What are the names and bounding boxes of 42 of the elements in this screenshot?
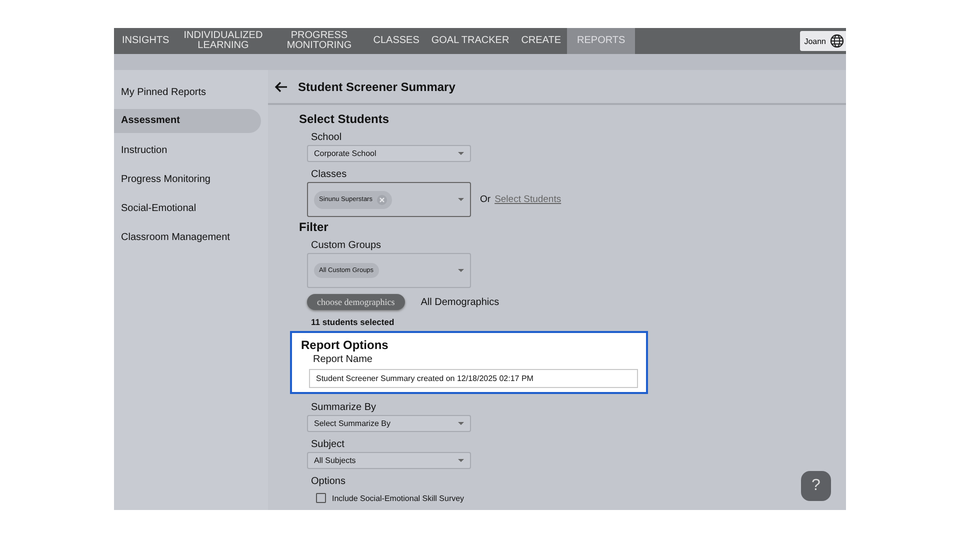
summarize-by-dropdown[interactable]: Select Summarize By (307, 415, 471, 432)
field-label: Options (311, 476, 346, 487)
field-label: Report Name (313, 354, 374, 365)
or-text: Or (480, 194, 491, 205)
demographics-value: All Demographics (420, 296, 500, 308)
checkbox[interactable] (316, 493, 326, 503)
back-arrow-icon[interactable] (274, 80, 288, 92)
nav-tab[interactable]: CLASSES (367, 28, 426, 54)
caret-icon (458, 152, 464, 155)
field-label: Summarize By (311, 402, 376, 413)
sidebar-item[interactable]: Social-Emotional (114, 194, 261, 223)
user-menu-button[interactable]: Joann (800, 31, 846, 51)
caret-icon (458, 269, 464, 272)
school-dropdown[interactable]: Corporate School (307, 145, 471, 162)
nav-tab[interactable]: PROGRESS MONITORING (271, 28, 368, 54)
sidebar-item[interactable]: My Pinned Reports (114, 78, 261, 107)
choose-demographics-button[interactable]: choose demographics (307, 294, 405, 310)
section-heading: Report Options (301, 338, 390, 352)
caret-icon (458, 198, 464, 201)
option-label: Include Social-Emotional Skill Survey (332, 494, 464, 502)
field-label: Classes (311, 169, 347, 180)
section-heading: Select Students (299, 112, 390, 126)
report-name-input[interactable]: Student Screener Summary created on 12/18/2025 02:17 PM (309, 369, 638, 388)
field-label: School (311, 132, 342, 143)
help-button[interactable]: ? (801, 471, 831, 501)
nav-tab[interactable]: CREATE (515, 28, 568, 54)
globe-icon (830, 34, 844, 48)
sidebar-item[interactable]: Classroom Management (114, 223, 261, 252)
caret-icon (458, 422, 464, 425)
nav-tab[interactable]: INDIVIDUALIZED LEARNING (175, 28, 272, 54)
sidebar-item[interactable]: Assessment (114, 109, 261, 133)
subject-dropdown[interactable]: All Subjects (307, 452, 471, 469)
caret-icon (458, 459, 464, 462)
field-label: Custom Groups (311, 240, 382, 251)
sidebar-item[interactable]: Instruction (114, 136, 261, 165)
section-heading: Filter (299, 220, 328, 234)
field-label: Subject (311, 439, 344, 450)
sidebar-item[interactable]: Progress Monitoring (114, 165, 261, 194)
page-title: Student Screener Summary (298, 80, 456, 94)
students-selected-count: 11 students selected (311, 317, 394, 327)
nav-tab[interactable]: GOAL TRACKER (425, 28, 516, 54)
nav-tab[interactable]: INSIGHTS (116, 28, 176, 54)
